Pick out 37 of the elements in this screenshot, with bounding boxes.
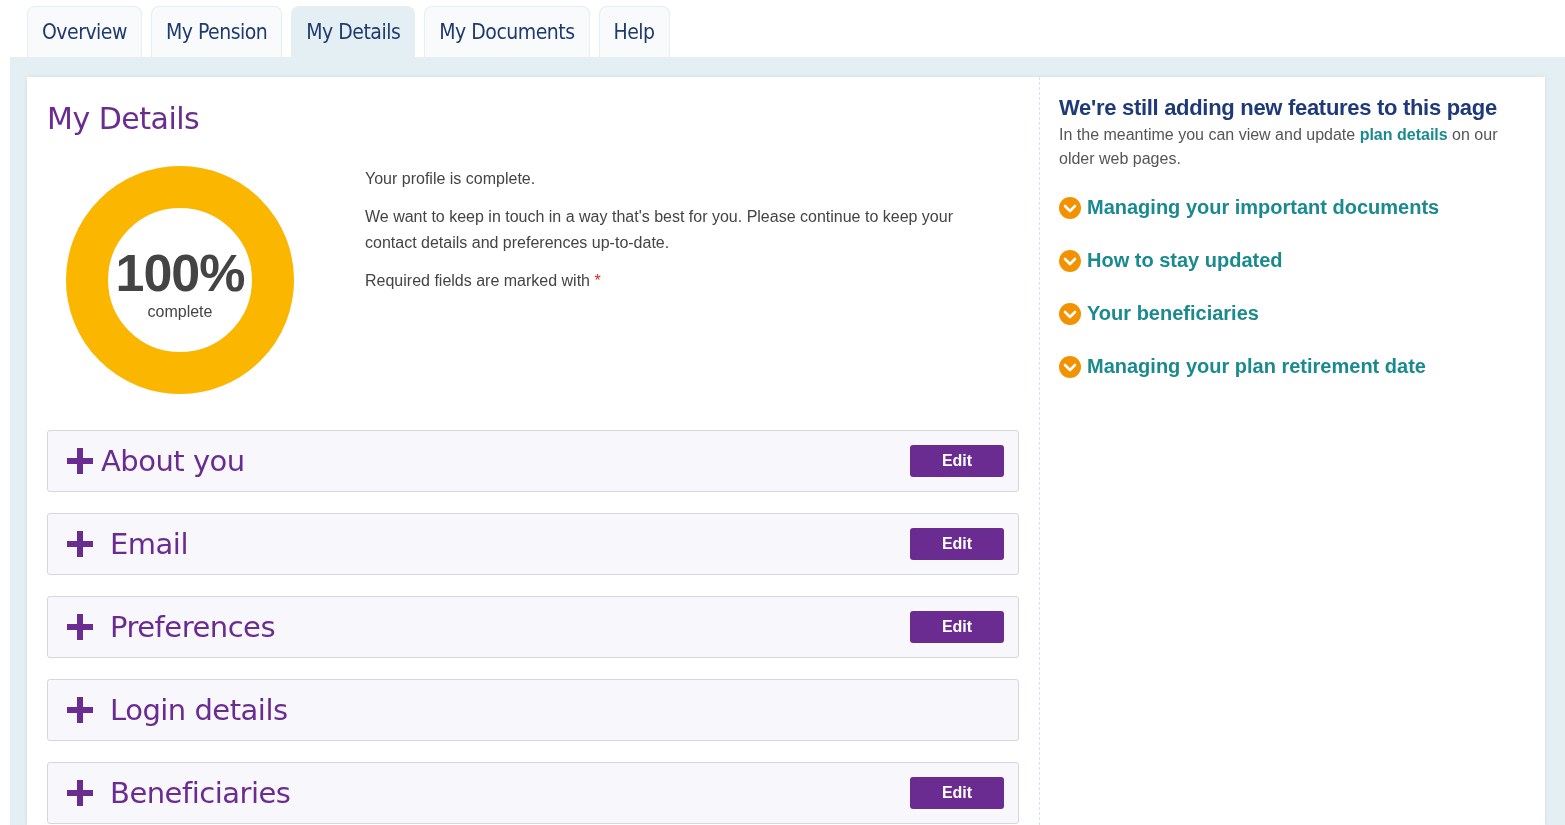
chevron-down-icon xyxy=(1059,196,1081,219)
edit-button[interactable]: Edit xyxy=(910,777,1004,809)
edit-button[interactable]: Edit xyxy=(910,611,1004,643)
required-mark: * xyxy=(594,272,601,289)
message-text: We want to keep in touch in a way that's best for you. Please continue to keep your contact details and preferences up-to-date. xyxy=(365,207,954,253)
sidebar-heading: We're still adding new features to this page xyxy=(1059,95,1498,121)
chevron-down-icon xyxy=(1059,355,1081,378)
progress-caption: complete xyxy=(147,303,213,321)
section-title[interactable]: Login details xyxy=(110,693,1004,727)
tab[interactable]: Help xyxy=(598,6,670,57)
section-title[interactable]: Preferences xyxy=(110,610,910,644)
plus-icon[interactable] xyxy=(67,448,93,474)
page-title: My Details xyxy=(47,101,201,136)
chevron-down-icon xyxy=(1059,249,1081,272)
chevron-down-icon xyxy=(1059,302,1081,325)
plus-icon[interactable] xyxy=(67,614,93,640)
required-note: Required fields are marked with xyxy=(365,272,590,289)
plus-icon[interactable] xyxy=(67,531,93,557)
plus-icon[interactable] xyxy=(67,780,93,806)
status-text: Your profile is complete. xyxy=(365,169,537,189)
edit-button[interactable]: Edit xyxy=(910,445,1004,477)
tab[interactable]: Overview xyxy=(27,6,142,57)
tab[interactable]: My Pension xyxy=(150,6,283,57)
section-title[interactable]: Beneficiaries xyxy=(110,776,910,810)
section-title[interactable]: Email xyxy=(110,527,910,561)
sidebar-text: In the meantime you can view and update plan details on our older web pages. xyxy=(1059,125,1499,169)
progress-value: 100% xyxy=(115,247,245,299)
tab[interactable]: My Details xyxy=(291,6,416,57)
plus-icon[interactable] xyxy=(67,697,93,723)
plan-details-link[interactable]: plan details xyxy=(1359,126,1448,143)
sidebar-link[interactable]: Managing your plan retirement date xyxy=(1087,355,1426,378)
sidebar-link[interactable]: How to stay updated xyxy=(1087,249,1283,272)
tab[interactable]: My Documents xyxy=(424,6,590,57)
section-title[interactable]: About you xyxy=(101,444,910,478)
edit-button[interactable]: Edit xyxy=(910,528,1004,560)
sidebar-link[interactable]: Managing your important documents xyxy=(1087,196,1440,219)
sidebar-link[interactable]: Your beneficiaries xyxy=(1087,302,1259,325)
